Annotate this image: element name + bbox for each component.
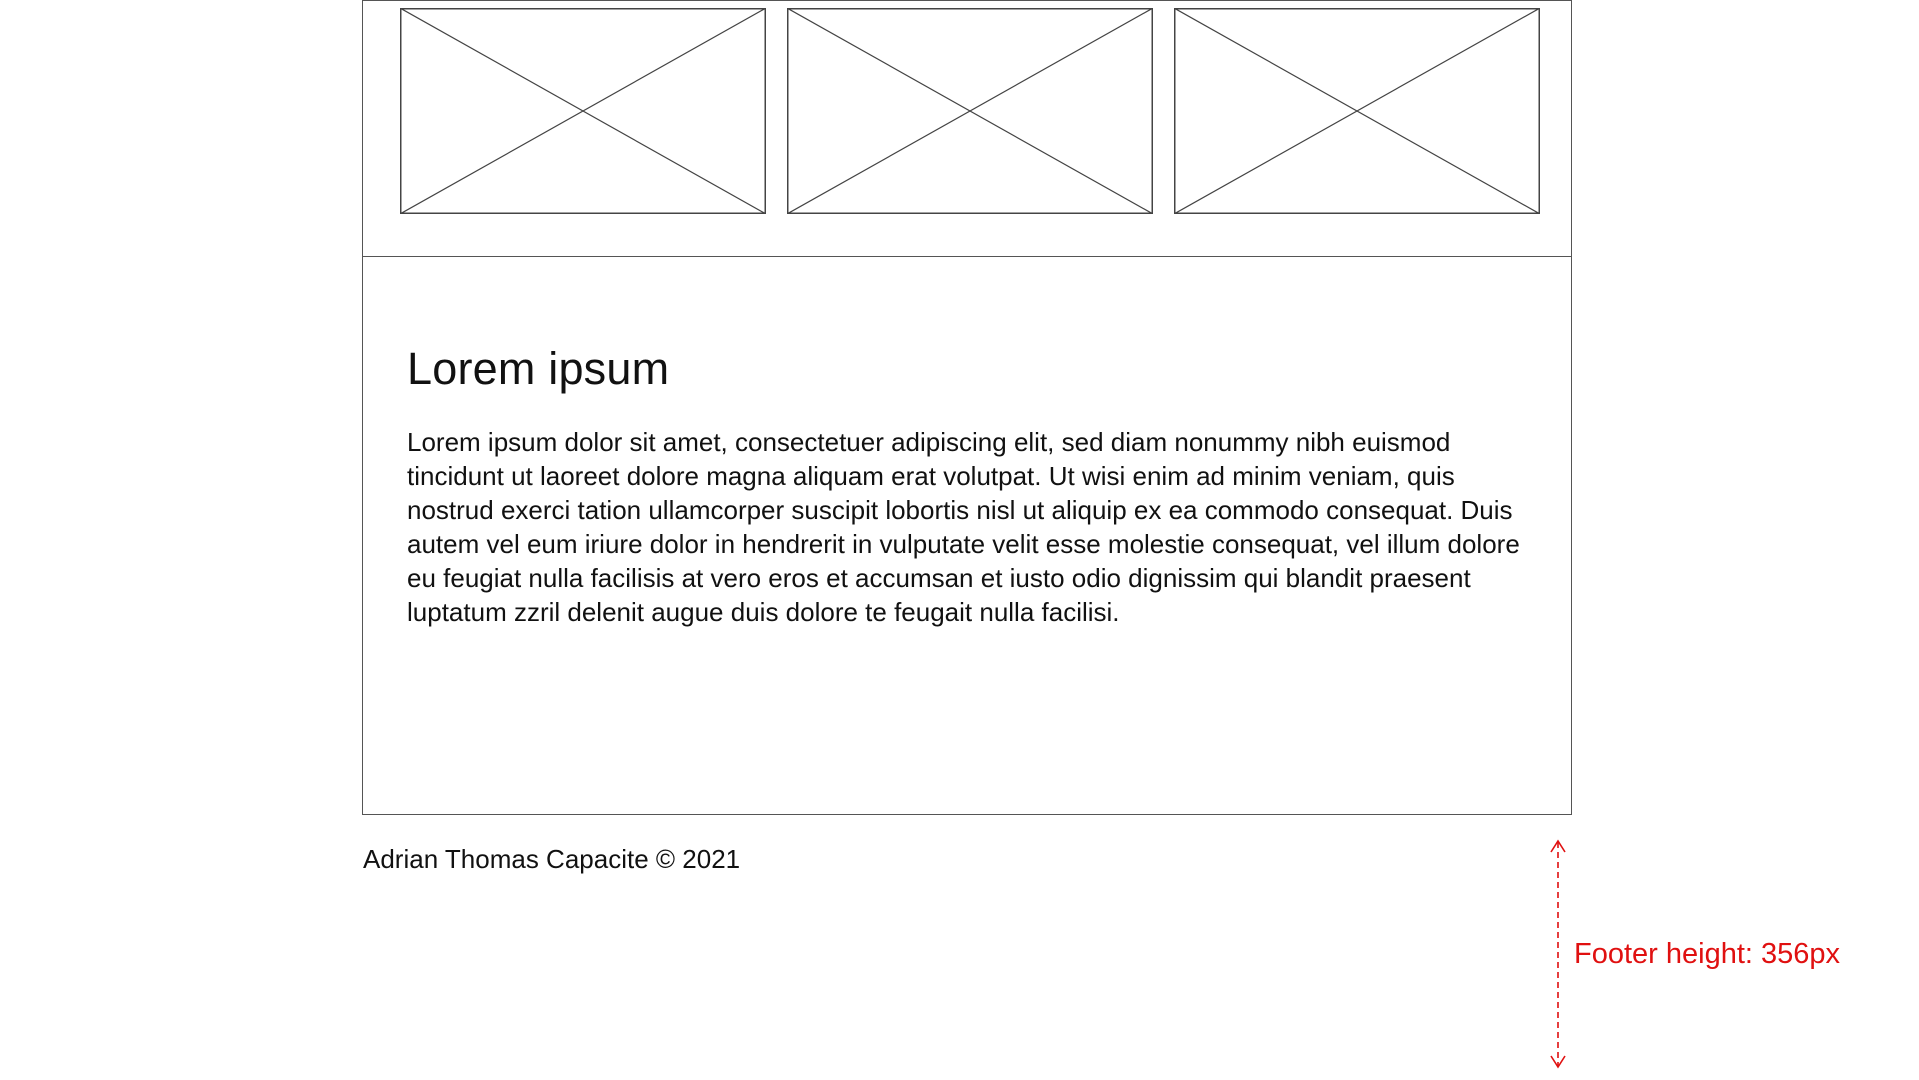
image-gallery bbox=[363, 1, 1571, 257]
content-section: Lorem ipsum Lorem ipsum dolor sit amet, … bbox=[407, 343, 1532, 629]
footer-height-label: Footer height: 356px bbox=[1574, 938, 1841, 970]
content-frame: Lorem ipsum Lorem ipsum dolor sit amet, … bbox=[362, 0, 1572, 815]
footer-credit: Adrian Thomas Capacite © 2021 bbox=[363, 844, 741, 874]
image-placeholder-icon bbox=[1174, 8, 1540, 214]
image-placeholder-icon bbox=[400, 8, 766, 214]
content-body: Lorem ipsum dolor sit amet, consectetuer… bbox=[407, 427, 1520, 627]
wireframe-page: Lorem ipsum Lorem ipsum dolor sit amet, … bbox=[0, 0, 1919, 1080]
content-title: Lorem ipsum bbox=[407, 343, 670, 394]
footer-height-dimension-arrow bbox=[1550, 839, 1566, 1069]
image-placeholder-icon bbox=[787, 8, 1153, 214]
